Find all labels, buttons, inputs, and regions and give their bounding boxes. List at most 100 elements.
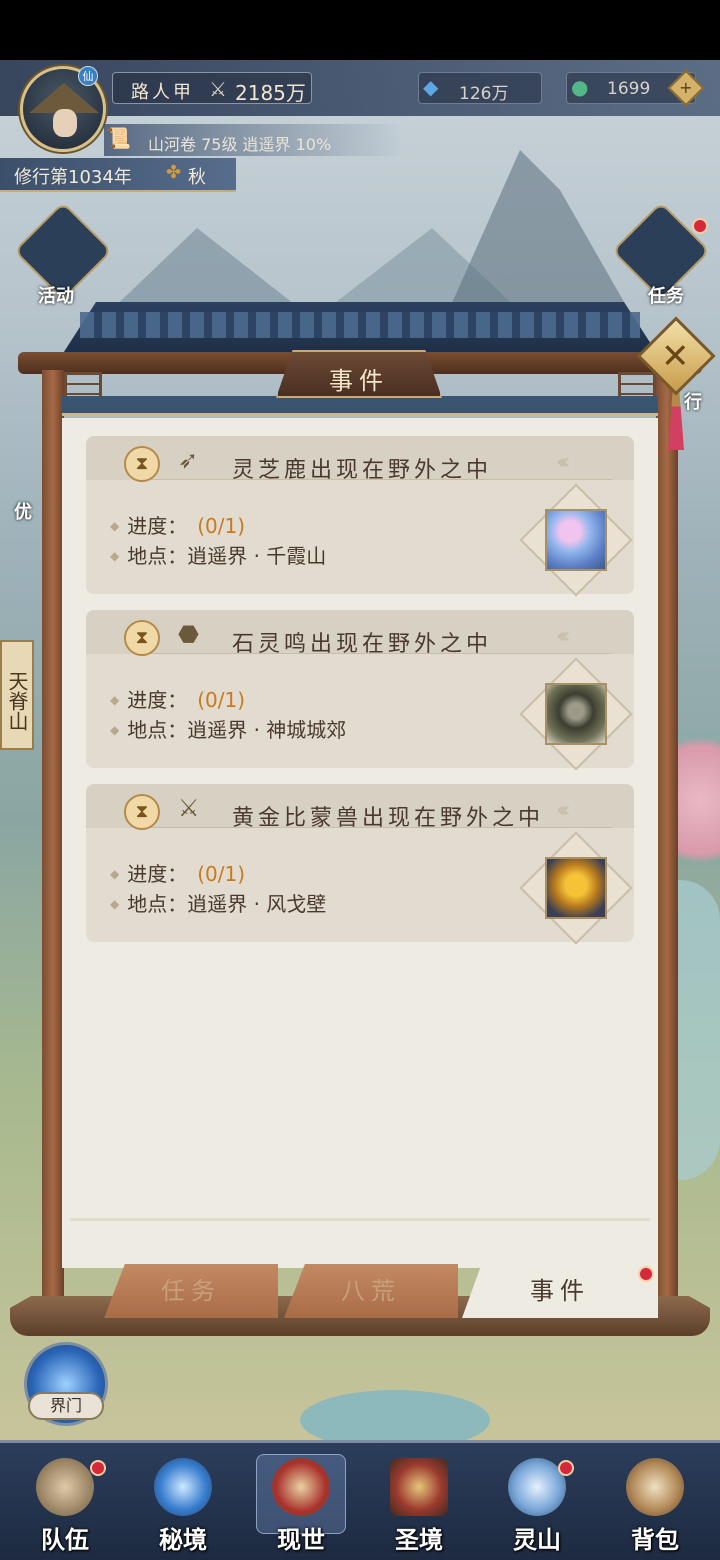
close-icon: ✕ (661, 336, 690, 377)
right-side-label: 行 (684, 392, 702, 413)
progress-label: 进度： (127, 688, 188, 712)
nav-label: 队伍 (41, 1525, 89, 1554)
crystal-icon: ◆ (423, 75, 439, 99)
event-card[interactable]: ⧗ ⬣ 石灵鸣出现在野外之中 ‹‹‹ ◆ 进度： (0/1) ◆ 地点：逍遥界 · 神… (86, 610, 634, 771)
ore-icon: ⬣ (178, 620, 199, 648)
bullet-icon: ◆ (110, 897, 120, 911)
bullet-icon: ◆ (110, 723, 120, 737)
panel-divider (70, 1218, 650, 1221)
nav-spirit-mountain[interactable]: 灵山 (482, 1448, 592, 1556)
jade-amount: 1699 (607, 79, 651, 99)
player-info[interactable]: 路人甲 ⚔ 2185万 (112, 72, 312, 105)
nav-present-world[interactable]: 现世 (246, 1448, 356, 1556)
progress-label: 进度： (127, 862, 188, 886)
progress-value: (0/1) (197, 514, 246, 538)
quest-notification-dot (692, 218, 708, 234)
combat-power: 2185万 (235, 81, 306, 105)
panel-title: 事件 (329, 367, 389, 395)
location-value: 逍遥界 · 千霞山 (187, 544, 327, 568)
jade-currency[interactable]: ● 1699 + (566, 69, 705, 107)
progress-value: (0/1) (197, 688, 246, 712)
hourglass-icon: ⧗ (124, 794, 160, 830)
chevrons-icon: ‹‹‹ (556, 450, 571, 475)
mountain-decoration (440, 150, 640, 330)
team-notification-dot (90, 1460, 106, 1476)
scroll-map-icon (272, 1458, 330, 1516)
player-name: 路人甲 (131, 82, 194, 103)
nav-secret-realm[interactable]: 秘境 (128, 1448, 238, 1556)
progress-value: (0/1) (197, 862, 246, 886)
location-banner[interactable]: 天脊山 (0, 640, 34, 750)
left-side-label: 优 (14, 502, 32, 523)
panel-top-strip (62, 396, 658, 416)
nav-label: 背包 (631, 1525, 679, 1554)
chevrons-icon: ‹‹‹ (556, 624, 571, 649)
panel-roof-tiles (80, 312, 640, 338)
event-progress-row: ◆ 进度： (0/1) (110, 510, 245, 539)
backpack-icon (626, 1458, 684, 1516)
event-card[interactable]: ⧗ ➶ 灵芝鹿出现在野外之中 ‹‹‹ ◆ 进度： (0/1) ◆ 地点：逍遥界 · 千… (86, 436, 634, 597)
nav-label: 现世 (277, 1525, 325, 1554)
event-location-row: ◆ 地点：逍遥界 · 千霞山 (110, 540, 326, 569)
realm-progress[interactable]: 📜 山河卷 75级 逍遥界 10% (104, 124, 404, 156)
location-value: 逍遥界 · 风戈壁 (187, 892, 327, 916)
hourglass-icon: ⧗ (124, 620, 160, 656)
panel-pillar-right (656, 370, 678, 1320)
spirit-deer-portrait[interactable] (545, 509, 607, 571)
nav-label: 秘境 (159, 1525, 207, 1554)
location-label: 地点： (127, 718, 188, 742)
panel-pillar-left (42, 370, 64, 1320)
progress-label: 进度： (127, 514, 188, 538)
nav-team[interactable]: 队伍 (10, 1448, 120, 1556)
chevrons-icon: ‹‹‹ (556, 798, 571, 823)
activity-label: 活动 (38, 286, 74, 307)
cultivation-year-text: 修行第1034年 (14, 167, 132, 188)
bullet-icon: ◆ (110, 867, 120, 881)
team-icon (36, 1458, 94, 1516)
plus-icon: + (679, 78, 693, 97)
location-label: 地点： (127, 892, 188, 916)
tab-events[interactable]: 事件 (462, 1264, 658, 1318)
realm-gate-label: 界门 (28, 1392, 104, 1420)
golden-behemoth-portrait[interactable] (545, 857, 607, 919)
nav-holy-realm[interactable]: 圣境 (364, 1448, 474, 1556)
scroll-icon: 📜 (106, 126, 131, 150)
jade-coin-icon: ● (571, 75, 589, 99)
crystal-amount: 126万 (459, 84, 509, 104)
location-value: 逍遥界 · 神城城郊 (187, 718, 347, 742)
crystal-currency[interactable]: ◆ 126万 (418, 72, 542, 104)
arrow-icon: ➶ (178, 446, 199, 474)
event-title: 灵芝鹿出现在野外之中 (232, 458, 493, 483)
season-text: 秋 (188, 167, 206, 188)
nav-label: 圣境 (395, 1525, 443, 1554)
hourglass-icon: ⧗ (124, 446, 160, 482)
events-tab-notification-dot (638, 1266, 654, 1282)
cultivation-year: 修行第1034年 ✤ 秋 (0, 158, 236, 192)
panel-title-plaque: 事件 (276, 350, 442, 398)
status-bar (0, 0, 720, 60)
event-progress-row: ◆ 进度： (0/1) (110, 858, 245, 887)
tab-quests[interactable]: 任务 (104, 1264, 278, 1318)
realm-progress-text: 山河卷 75级 逍遥界 10% (148, 135, 332, 154)
avatar-badge: 仙 (78, 66, 98, 86)
nav-label: 灵山 (513, 1525, 561, 1554)
bullet-icon: ◆ (110, 693, 120, 707)
bullet-icon: ◆ (110, 549, 120, 563)
crossed-swords-icon: ⚔ (178, 794, 200, 822)
quest-label: 任务 (648, 286, 684, 307)
nav-backpack[interactable]: 背包 (600, 1448, 710, 1556)
spirit-mountain-notification-dot (558, 1460, 574, 1476)
lake-decoration (300, 1390, 490, 1440)
event-title: 石灵鸣出现在野外之中 (232, 632, 493, 657)
event-location-row: ◆ 地点：逍遥界 · 神城城郊 (110, 714, 346, 743)
tab-bahuang[interactable]: 八荒 (284, 1264, 458, 1318)
avatar-face (53, 109, 77, 137)
event-progress-row: ◆ 进度： (0/1) (110, 684, 245, 713)
event-title: 黄金比蒙兽出现在野外之中 (232, 806, 545, 831)
event-location-row: ◆ 地点：逍遥界 · 风戈壁 (110, 888, 326, 917)
stone-spirit-portrait[interactable] (545, 683, 607, 745)
bullet-icon: ◆ (110, 519, 120, 533)
location-label: 地点： (127, 544, 188, 568)
event-card[interactable]: ⧗ ⚔ 黄金比蒙兽出现在野外之中 ‹‹‹ ◆ 进度： (0/1) ◆ 地点：逍遥界 ·… (86, 784, 634, 945)
combat-power-icon: ⚔ (209, 77, 227, 101)
